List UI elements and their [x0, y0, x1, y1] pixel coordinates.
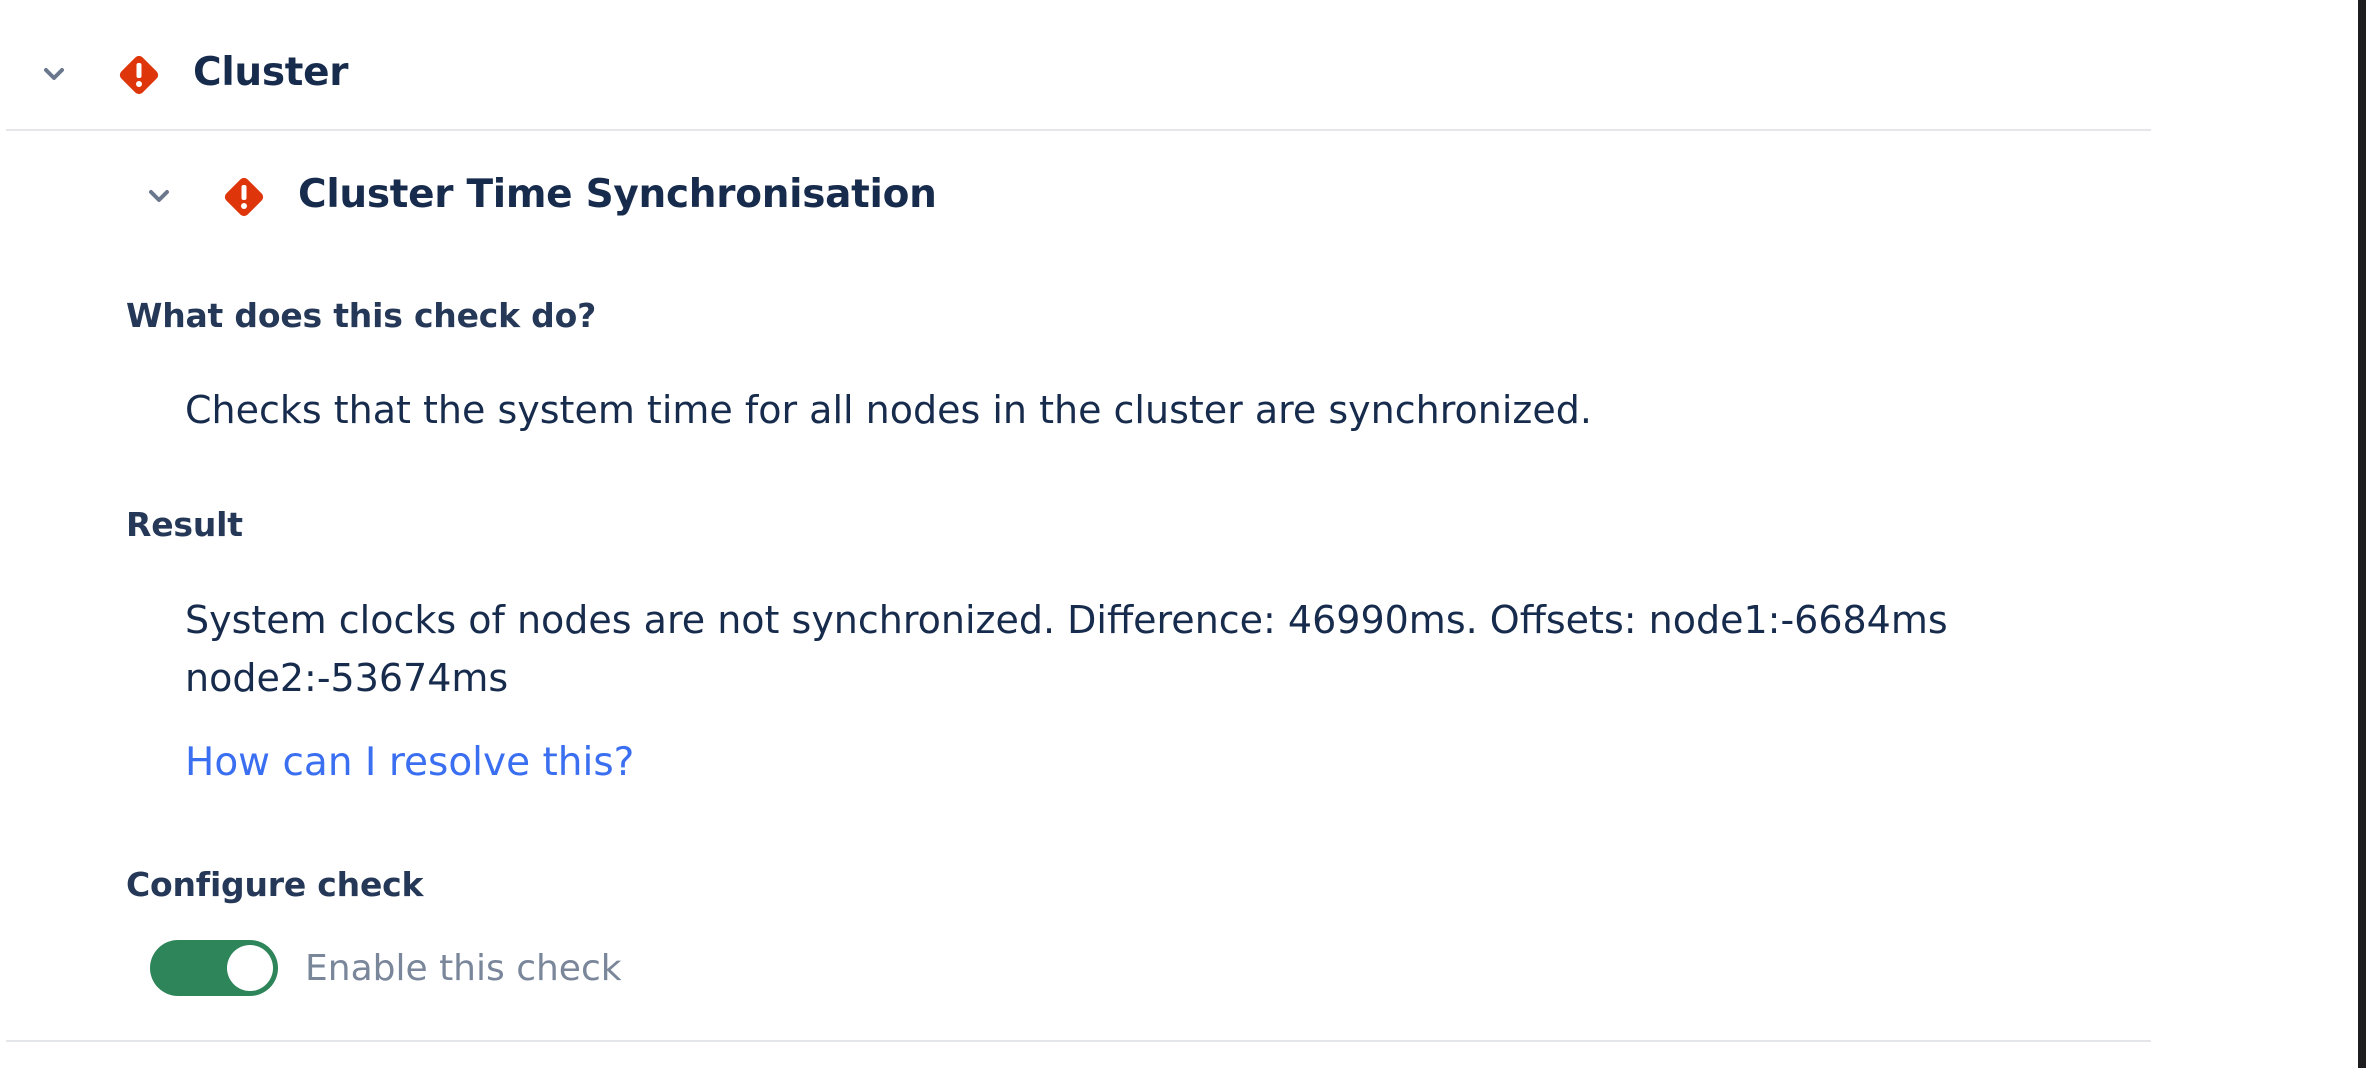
configure-label: Configure check: [126, 865, 424, 904]
check-description: Checks that the system time for all node…: [185, 388, 1592, 432]
enable-check-toggle[interactable]: [150, 940, 278, 996]
error-diamond-icon: [119, 55, 159, 95]
window-edge: [2358, 0, 2366, 1068]
error-diamond-icon: [224, 177, 264, 217]
cluster-section-header[interactable]: Cluster: [0, 38, 2150, 108]
section-divider-bottom: [6, 1040, 2151, 1042]
chevron-down-icon[interactable]: [40, 60, 68, 88]
section-divider: [6, 129, 2151, 131]
result-label: Result: [126, 505, 243, 544]
toggle-knob: [227, 945, 273, 991]
enable-check-label: Enable this check: [305, 948, 622, 989]
resolve-link[interactable]: How can I resolve this?: [185, 740, 634, 785]
check-title: Cluster Time Synchronisation: [298, 172, 937, 217]
what-label: What does this check do?: [126, 296, 597, 335]
check-header[interactable]: Cluster Time Synchronisation: [0, 160, 2150, 230]
result-line-1: System clocks of nodes are not synchroni…: [185, 598, 1948, 642]
chevron-down-icon[interactable]: [145, 182, 173, 210]
result-line-2: node2:-53674ms: [185, 656, 509, 700]
cluster-section-title: Cluster: [193, 50, 349, 95]
